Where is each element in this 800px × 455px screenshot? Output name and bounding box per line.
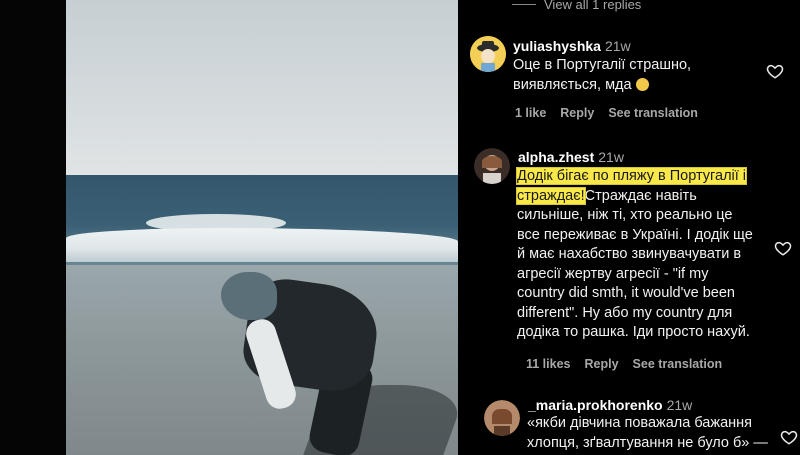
- timestamp: 21w: [666, 397, 693, 413]
- comment-line-with-emoji: виявляється, мда: [513, 76, 691, 96]
- likes-count[interactable]: 11 likes: [526, 357, 571, 371]
- comment-line: Додік бігає по пляжу в Португалії і: [515, 167, 753, 187]
- comment-line: все переживає в Україні. І додік ще: [517, 226, 753, 243]
- comment-text: Оце в Португалії страшно, виявляється, м…: [513, 56, 691, 95]
- reply-button[interactable]: Reply: [560, 106, 594, 120]
- see-translation-link[interactable]: See translation: [608, 106, 698, 120]
- avatar[interactable]: [484, 400, 520, 436]
- comments-panel: View all 1 replies yuliashyshka 21w Оце в…: [458, 0, 800, 455]
- avatar-illustration: [484, 400, 520, 436]
- heart-icon[interactable]: [780, 428, 798, 446]
- username[interactable]: _maria.prokhorenko: [528, 397, 663, 413]
- view-replies-label: View all 1 replies: [544, 0, 642, 12]
- reply-button[interactable]: Reply: [585, 357, 619, 371]
- comment-line: сильніше, ніж ті, хто реально це: [517, 207, 733, 223]
- comment-line: different". Ну або my country для: [517, 304, 733, 321]
- avatar-illustration: [470, 36, 506, 72]
- avatar-illustration: [474, 148, 510, 184]
- heart-icon[interactable]: [766, 62, 784, 80]
- comment-line: додіка то рашка. Іди просто нахуй.: [517, 324, 750, 340]
- emoji-icon: [635, 77, 649, 91]
- comment-line: агресії жертву агресії - "if my: [517, 265, 709, 282]
- comment-line: Оце в Португалії страшно,: [513, 57, 692, 73]
- likes-count[interactable]: 1 like: [515, 106, 546, 120]
- video-sky: [66, 0, 458, 185]
- comment-meta: _maria.prokhorenko 21w: [528, 397, 692, 413]
- comment-line: «якби дівчина поважала бажання: [527, 415, 753, 431]
- video-person-head: [221, 272, 277, 320]
- comment-line: хлопця, зґвалтування не було б» —: [527, 434, 768, 451]
- timestamp: 21w: [604, 38, 631, 54]
- comment-meta: alpha.zhest 21w: [518, 149, 624, 165]
- comment-line: й має нахабство звинувачувати в: [517, 246, 742, 262]
- highlighted-text: Додік бігає по пляжу в Португалії і: [515, 167, 748, 185]
- comment-text: Додік бігає по пляжу в Португалії і стра…: [515, 167, 753, 343]
- see-translation-link[interactable]: See translation: [633, 357, 723, 371]
- username[interactable]: alpha.zhest: [518, 149, 594, 165]
- comment-actions: 1 like Reply See translation: [515, 106, 698, 120]
- comment-meta: yuliashyshka 21w: [513, 38, 631, 54]
- comment-line: страждає!Страждає навіть: [516, 186, 753, 207]
- timestamp: 21w: [598, 149, 624, 165]
- comment-line: country did smth, it would've been: [517, 285, 735, 301]
- highlighted-text: страждає!: [516, 186, 586, 205]
- left-margin: [0, 0, 66, 455]
- comment-actions: 11 likes Reply See translation: [526, 357, 722, 371]
- avatar[interactable]: [474, 148, 510, 184]
- comment-text: «якби дівчина поважала бажання хлопця, з…: [527, 414, 768, 453]
- heart-icon[interactable]: [774, 239, 792, 257]
- comment-line: виявляється, мда: [513, 76, 632, 93]
- video-wave: [66, 228, 458, 262]
- comment-text-continuation: Страждає навіть: [584, 187, 697, 204]
- video-player[interactable]: [66, 0, 458, 455]
- avatar[interactable]: [470, 36, 506, 72]
- username[interactable]: yuliashyshka: [513, 38, 601, 54]
- replies-divider: [512, 4, 536, 5]
- view-replies-link[interactable]: View all 1 replies: [512, 0, 641, 12]
